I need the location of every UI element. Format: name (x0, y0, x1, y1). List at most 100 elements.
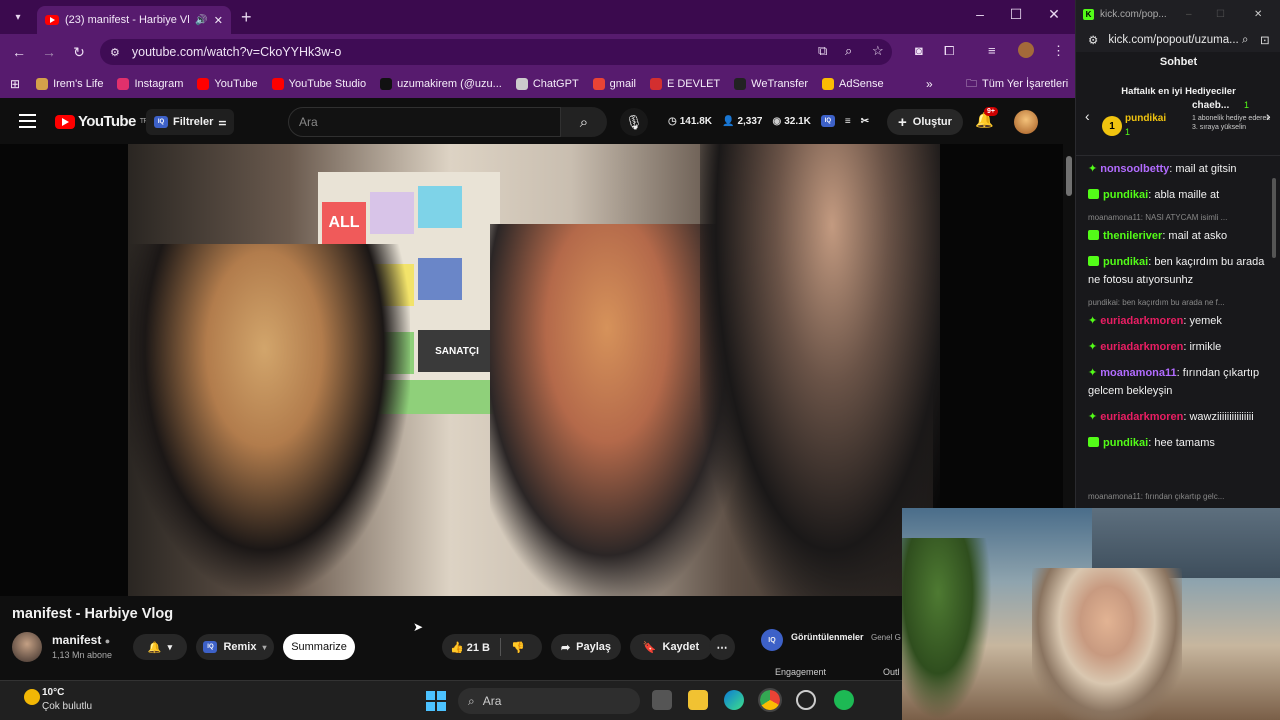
bookmark-star-icon[interactable]: ☆ (872, 43, 884, 59)
chat-username[interactable]: thenileriver (1103, 230, 1162, 242)
chat-username[interactable]: pundikai (1103, 256, 1148, 268)
chat-username[interactable]: euriadarkmoren (1100, 411, 1183, 423)
subscriber-badge-icon: ✦ (1088, 367, 1098, 379)
youtube-logo[interactable]: YouTube TR (55, 113, 148, 130)
chat-message: pundikai: abla maille at (1088, 186, 1272, 204)
like-button[interactable]: 👍 21 B (450, 641, 490, 654)
site-info-icon[interactable]: ⚙ (110, 46, 120, 59)
chat-scrollbar-thumb[interactable] (1272, 178, 1276, 258)
bookmark-item[interactable]: AdSense (822, 78, 884, 90)
maximize-button[interactable]: ☐ (1216, 9, 1225, 20)
weather-temp[interactable]: 10°C (42, 687, 64, 698)
menu-icon[interactable]: ⋮ (1052, 43, 1065, 59)
tool-icon[interactable]: ✂ (861, 116, 869, 127)
bookmark-item[interactable]: YouTube Studio (271, 78, 366, 90)
list-icon[interactable]: ≡ (845, 116, 851, 127)
bookmark-favicon-icon (117, 78, 130, 90)
site-settings-icon[interactable]: ⚙ (1088, 33, 1098, 47)
tab-views[interactable]: Görüntülenmeler (791, 632, 864, 642)
spotify-icon[interactable] (834, 690, 854, 710)
bookmark-item[interactable]: Irem's Life (36, 78, 103, 90)
tab-general[interactable]: Genel G (871, 633, 901, 642)
chat-username[interactable]: moanamona11 (1100, 367, 1176, 379)
search-input[interactable]: Ara (288, 107, 561, 137)
apps-grid-icon[interactable]: ⊞ (10, 77, 20, 91)
chevron-left-icon[interactable]: ‹ (1085, 108, 1090, 124)
bookmark-item[interactable]: E DEVLET (649, 78, 720, 90)
minimize-button[interactable]: – (970, 6, 990, 22)
file-explorer-icon[interactable] (688, 690, 708, 710)
profile-avatar[interactable] (1018, 42, 1034, 58)
bookmark-item[interactable]: WeTransfer (734, 78, 808, 90)
voice-search-button[interactable]: 🎙 (620, 108, 648, 136)
save-button[interactable]: 🔖 Kaydet (630, 634, 712, 660)
channel-name[interactable]: manifest ● (52, 633, 110, 647)
bookmark-item[interactable]: YouTube (197, 78, 258, 90)
all-bookmarks[interactable]: 🗀 Tüm Yer İşaretleri (966, 75, 1068, 94)
task-view-icon[interactable] (652, 690, 672, 710)
share-icon: ➦ (560, 641, 571, 654)
account-avatar[interactable] (1014, 110, 1038, 134)
zoom-icon[interactable]: ⌕ (845, 43, 852, 59)
zoom-icon[interactable]: ⌕ (1242, 34, 1248, 47)
bookmark-item[interactable]: gmail (592, 78, 636, 90)
tab-close-icon[interactable]: ✕ (214, 14, 223, 27)
filters-button[interactable]: IQ Filtreler ⚌ (146, 109, 235, 135)
chat-username[interactable]: pundikai (1103, 437, 1148, 449)
scrollbar-thumb[interactable] (1066, 156, 1072, 196)
speaker-icon[interactable]: 🔊 (195, 15, 207, 26)
subscription-bell-button[interactable]: 🔔 ▾ (133, 634, 187, 660)
remix-button[interactable]: IQ Remix ▾ (196, 634, 274, 660)
app-icon[interactable] (796, 690, 816, 710)
cast-icon[interactable]: ⧉ (818, 43, 827, 59)
stat-views: ◷ 141.8K (668, 115, 712, 127)
chat-text: : irmikle (1183, 341, 1222, 353)
chat-username[interactable]: nonsoolbetty (1100, 163, 1169, 175)
new-tab-button[interactable]: + (241, 7, 252, 28)
bookmark-item[interactable]: Instagram (117, 78, 183, 90)
iq-badge-icon[interactable]: IQ (820, 115, 835, 127)
edge-icon[interactable] (724, 690, 744, 710)
extensions-icon[interactable]: ⧠ (944, 43, 954, 59)
weather-desc[interactable]: Çok bulutlu (42, 701, 92, 712)
notifications-button[interactable]: 🔔 9+ (975, 107, 998, 129)
hamburger-menu-icon[interactable] (19, 114, 36, 128)
summarize-button[interactable]: Summarize (283, 634, 355, 660)
camera-extension-icon[interactable]: ◙ (915, 43, 923, 58)
wall-square (370, 192, 414, 234)
taskbar-search[interactable]: ⌕ Ara (458, 688, 640, 714)
close-window-button[interactable]: ✕ (1044, 6, 1064, 23)
dislike-button[interactable]: 👎 (511, 641, 525, 654)
maximize-button[interactable]: ☐ (1006, 6, 1026, 23)
reload-button[interactable]: ↻ (68, 44, 90, 61)
iq-icon[interactable]: IQ (761, 629, 783, 651)
weather-icon[interactable] (24, 689, 40, 705)
minimize-button[interactable]: – (1186, 9, 1192, 20)
close-window-button[interactable]: ✕ (1254, 9, 1262, 20)
back-button[interactable]: ← (8, 44, 30, 60)
url-text: youtube.com/watch?v=CkoYYHk3w-o (131, 45, 342, 59)
webcam-streamer (1032, 568, 1182, 720)
tab-search-icon[interactable]: ▾ (7, 6, 29, 28)
tab-youtube[interactable]: (23) manifest - Harbiye Vlog 🔊 ✕ (37, 6, 231, 34)
channel-avatar[interactable] (12, 632, 42, 662)
chat-username[interactable]: euriadarkmoren (1100, 315, 1183, 327)
more-actions-button[interactable]: ⋯ (709, 634, 735, 660)
kick-address-bar[interactable]: ⚙ kick.com/popout/uzuma... ⌕ ⊡ (1076, 28, 1280, 52)
chat-username[interactable]: pundikai (1103, 189, 1148, 201)
media-icon[interactable]: ≡ (988, 43, 996, 58)
forward-button[interactable]: → (38, 44, 60, 60)
chat-username[interactable]: euriadarkmoren (1100, 341, 1183, 353)
bookmark-item[interactable]: uzumakirem (@uzu... (380, 78, 502, 90)
chat-message: pundikai: ben kaçırdım bu arada ne fotos… (1088, 253, 1272, 289)
chrome-icon[interactable] (758, 688, 782, 712)
address-bar[interactable]: ⚙ youtube.com/watch?v=CkoYYHk3w-o (100, 39, 892, 65)
more-bookmarks-icon[interactable]: » (926, 77, 933, 91)
start-button[interactable] (426, 691, 446, 711)
share-button[interactable]: ➦ Paylaş (551, 634, 621, 660)
bookmark-icon[interactable]: ⊡ (1260, 33, 1270, 47)
search-button[interactable]: ⌕ (561, 107, 607, 137)
subscriber-badge-icon (1088, 256, 1099, 266)
bookmark-item[interactable]: ChatGPT (515, 78, 579, 90)
create-button[interactable]: + Oluştur (887, 109, 963, 135)
